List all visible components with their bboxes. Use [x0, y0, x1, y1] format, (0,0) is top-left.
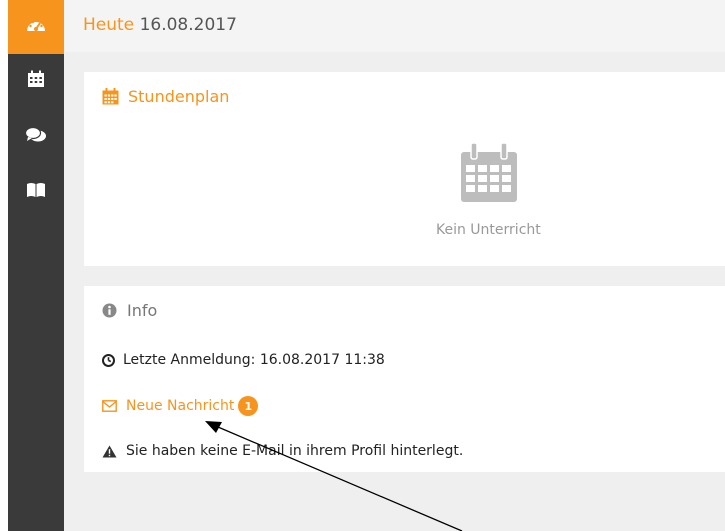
- annotation-arrow: [205, 421, 463, 531]
